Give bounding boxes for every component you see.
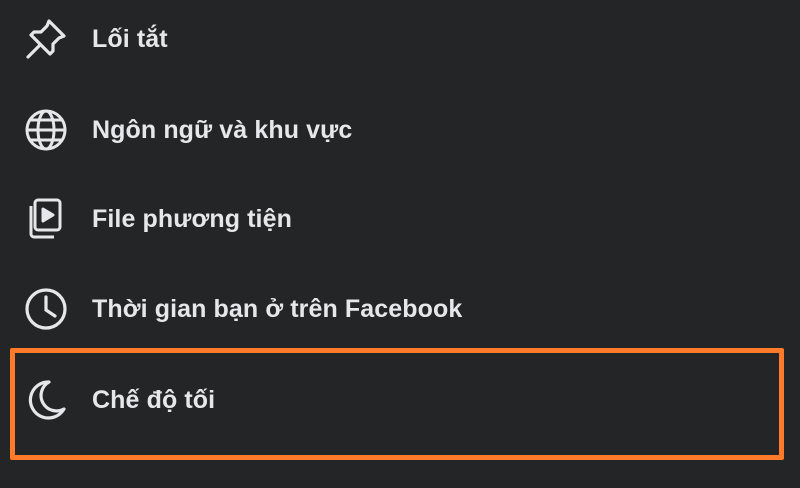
globe-icon [22,106,70,154]
clock-icon [22,285,70,333]
menu-item-dark-mode[interactable]: Chế độ tối [0,357,800,443]
menu-item-media-files[interactable]: File phương tiện [0,176,800,262]
media-icon [22,195,70,243]
settings-menu: Lối tắt Ngôn ngữ và khu vực File phương … [0,0,800,488]
pin-icon [22,15,70,63]
menu-item-time-on-facebook[interactable]: Thời gian bạn ở trên Facebook [0,266,800,352]
menu-item-label: Lối tắt [92,24,168,53]
menu-item-label: Thời gian bạn ở trên Facebook [92,294,463,323]
menu-item-label: Ngôn ngữ và khu vực [92,115,353,144]
menu-item-label: File phương tiện [92,204,292,233]
menu-item-language-region[interactable]: Ngôn ngữ và khu vực [0,87,800,173]
menu-item-label: Chế độ tối [92,385,216,414]
moon-icon [22,376,70,424]
menu-item-shortcuts[interactable]: Lối tắt [0,0,800,82]
